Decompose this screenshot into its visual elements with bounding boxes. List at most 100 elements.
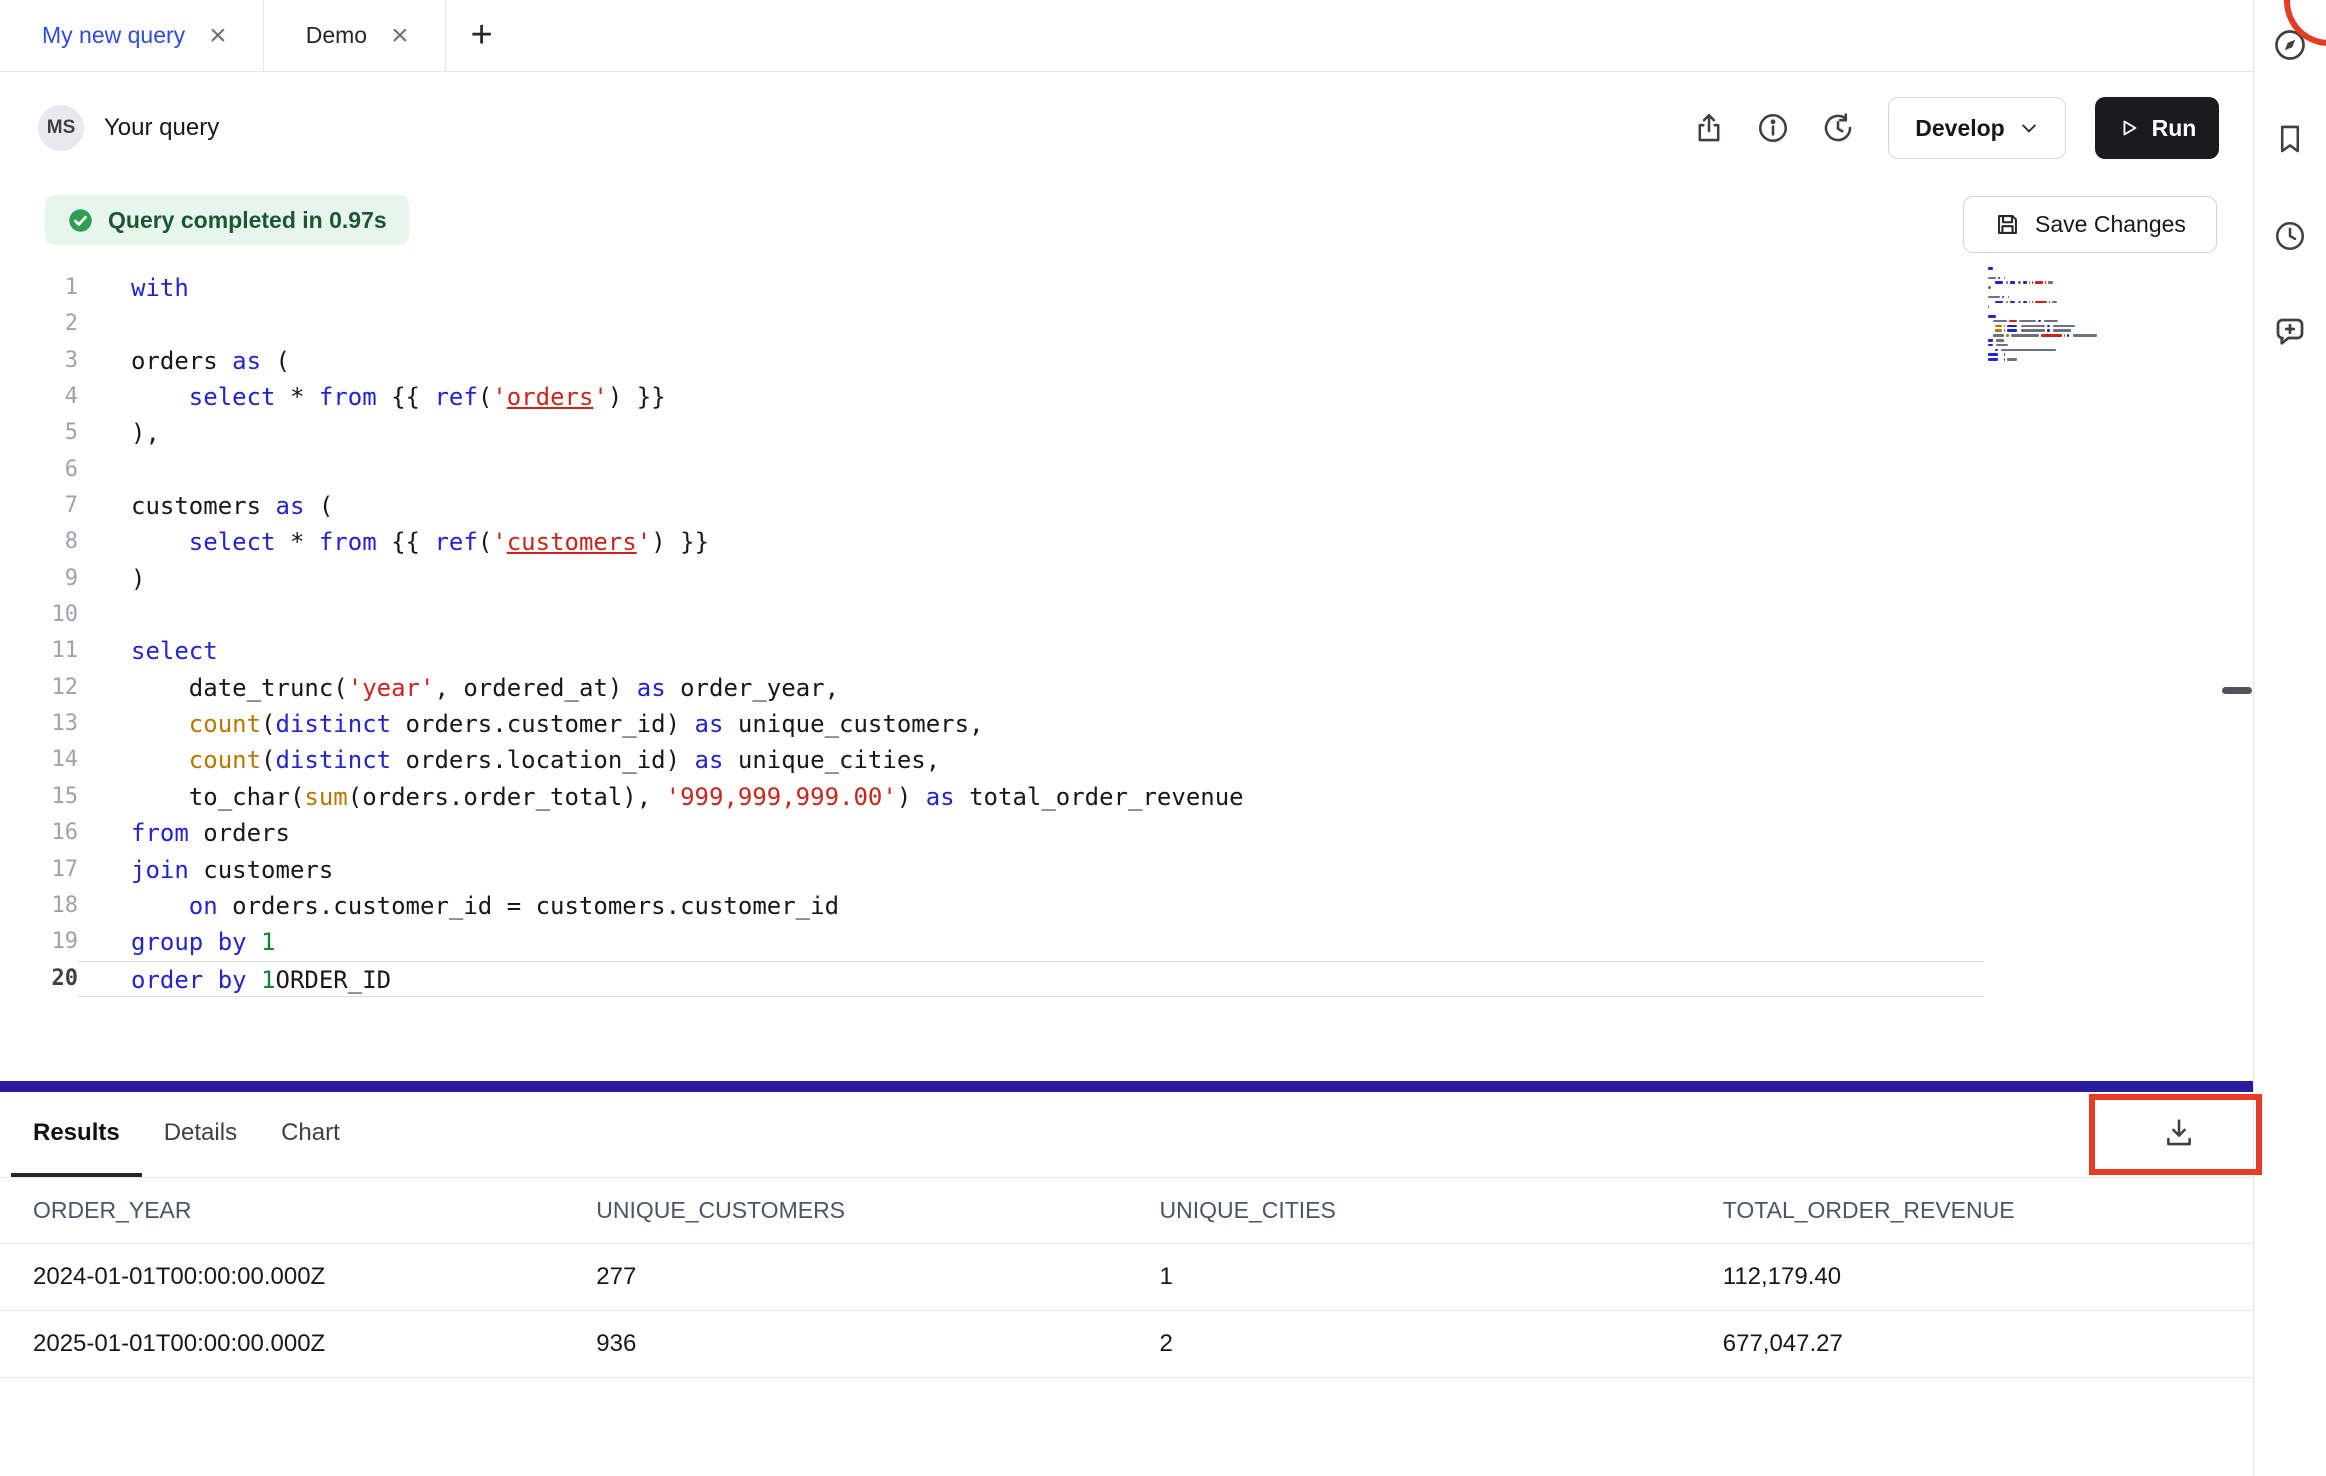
close-icon[interactable]: × xyxy=(207,21,229,51)
panel-resize-handle[interactable] xyxy=(2222,687,2252,694)
share-icon xyxy=(1692,111,1726,145)
code-line[interactable]: 3orders as ( xyxy=(0,343,1984,379)
table-cell: 677,047.27 xyxy=(1690,1330,2253,1358)
code-line[interactable]: 2 xyxy=(0,306,1984,342)
code-line[interactable]: 16from orders xyxy=(0,815,1984,851)
download-results-button[interactable] xyxy=(2147,1101,2211,1163)
table-cell: 277 xyxy=(563,1263,1126,1291)
page-title: Your query xyxy=(104,114,219,142)
line-number: 6 xyxy=(0,452,78,488)
table-cell: 2025-01-01T00:00:00.000Z xyxy=(0,1330,563,1358)
line-number: 2 xyxy=(0,306,78,342)
line-number: 4 xyxy=(0,379,78,415)
code-line[interactable]: 6 xyxy=(0,452,1984,488)
line-number: 20 xyxy=(0,961,78,997)
compass-button[interactable] xyxy=(2268,23,2312,67)
close-icon[interactable]: × xyxy=(389,21,411,51)
download-icon xyxy=(2162,1115,2196,1149)
line-number: 7 xyxy=(0,488,78,524)
save-changes-button[interactable]: Save Changes xyxy=(1963,196,2217,253)
line-number: 12 xyxy=(0,670,78,706)
code-line[interactable]: 10 xyxy=(0,597,1984,633)
copilot-comment-button[interactable] xyxy=(2268,310,2312,354)
tab-details[interactable]: Details xyxy=(142,1092,259,1177)
query-history-button[interactable] xyxy=(1816,106,1860,150)
chevron-down-icon xyxy=(2019,118,2039,138)
code-line[interactable]: 13 count(distinct orders.customer_id) as… xyxy=(0,706,1984,742)
code-line[interactable]: 9) xyxy=(0,561,1984,597)
code-line[interactable]: 7customers as ( xyxy=(0,488,1984,524)
query-header: MS Your query Develop xyxy=(0,72,2253,184)
column-header[interactable]: TOTAL_ORDER_REVENUE xyxy=(1690,1197,2253,1224)
code-line[interactable]: 14 count(distinct orders.location_id) as… xyxy=(0,742,1984,778)
line-number: 17 xyxy=(0,852,78,888)
code-line[interactable]: 19group by 1 xyxy=(0,924,1984,960)
run-button[interactable]: Run xyxy=(2095,97,2219,159)
model-ref-link[interactable]: orders xyxy=(507,383,594,411)
line-number: 3 xyxy=(0,343,78,379)
new-tab-button[interactable]: + xyxy=(446,0,518,71)
results-tab-bar: Results Details Chart xyxy=(0,1092,2253,1178)
table-row[interactable]: 2024-01-01T00:00:00.000Z2771112,179.40 xyxy=(0,1244,2253,1311)
table-cell: 1 xyxy=(1127,1263,1690,1291)
comment-sparkle-icon xyxy=(2272,314,2308,350)
right-rail xyxy=(2253,0,2326,1476)
check-circle-icon xyxy=(67,207,94,234)
code-line[interactable]: 5), xyxy=(0,415,1984,451)
column-header[interactable]: UNIQUE_CITIES xyxy=(1127,1197,1690,1224)
code-line[interactable]: 15 to_char(sum(orders.order_total), '999… xyxy=(0,779,1984,815)
line-number: 15 xyxy=(0,779,78,815)
table-cell: 112,179.40 xyxy=(1690,1263,2253,1291)
history-icon xyxy=(1821,111,1855,145)
table-cell: 2024-01-01T00:00:00.000Z xyxy=(0,1263,563,1291)
history-rail-button[interactable] xyxy=(2268,214,2312,258)
line-number: 13 xyxy=(0,706,78,742)
avatar[interactable]: MS xyxy=(38,105,84,151)
results-panel: Results Details Chart ORDER_YEARUNIQUE_C… xyxy=(0,1092,2253,1476)
tab-my-new-query[interactable]: My new query × xyxy=(0,0,264,71)
develop-label: Develop xyxy=(1915,115,2004,142)
table-cell: 2 xyxy=(1127,1330,1690,1358)
editor-minimap[interactable] xyxy=(1988,266,2100,362)
code-line[interactable]: 4 select * from {{ ref('orders') }} xyxy=(0,379,1984,415)
tab-label: My new query xyxy=(42,22,185,49)
share-button[interactable] xyxy=(1687,106,1731,150)
panel-divider[interactable] xyxy=(0,1081,2253,1092)
plus-icon: + xyxy=(470,14,492,57)
code-line[interactable]: 1with xyxy=(0,270,1984,306)
save-icon xyxy=(1994,211,2021,238)
code-line[interactable]: 18 on orders.customer_id = customers.cus… xyxy=(0,888,1984,924)
line-number: 19 xyxy=(0,924,78,960)
bookmark-button[interactable] xyxy=(2268,117,2312,161)
table-row[interactable]: 2025-01-01T00:00:00.000Z9362677,047.27 xyxy=(0,1311,2253,1378)
tab-demo[interactable]: Demo × xyxy=(264,0,446,71)
app-window: My new query × Demo × + MS Your query xyxy=(0,0,2326,1476)
code-line[interactable]: 8 select * from {{ ref('customers') }} xyxy=(0,524,1984,560)
table-cell: 936 xyxy=(563,1330,1126,1358)
tab-results[interactable]: Results xyxy=(11,1092,142,1177)
info-button[interactable] xyxy=(1751,106,1795,150)
model-ref-link[interactable]: customers xyxy=(507,528,637,556)
query-status-badge: Query completed in 0.97s xyxy=(45,195,409,245)
line-number: 11 xyxy=(0,633,78,669)
line-number: 1 xyxy=(0,270,78,306)
line-number: 5 xyxy=(0,415,78,451)
line-number: 16 xyxy=(0,815,78,851)
column-header[interactable]: ORDER_YEAR xyxy=(0,1197,563,1224)
code-line[interactable]: 12 date_trunc('year', ordered_at) as ord… xyxy=(0,670,1984,706)
code-line[interactable]: 11select xyxy=(0,633,1984,669)
column-header[interactable]: UNIQUE_CUSTOMERS xyxy=(563,1197,1126,1224)
code-line[interactable]: 20order by 1ORDER_ID xyxy=(0,961,1984,997)
info-icon xyxy=(1756,111,1790,145)
line-number: 8 xyxy=(0,524,78,560)
sql-editor[interactable]: 1with23orders as (4 select * from {{ ref… xyxy=(0,270,1984,997)
play-icon xyxy=(2118,117,2140,139)
code-line[interactable]: 17join customers xyxy=(0,852,1984,888)
bookmark-icon xyxy=(2273,122,2307,156)
results-header-row: ORDER_YEARUNIQUE_CUSTOMERSUNIQUE_CITIEST… xyxy=(0,1178,2253,1244)
line-number: 18 xyxy=(0,888,78,924)
tab-chart[interactable]: Chart xyxy=(259,1092,362,1177)
develop-dropdown[interactable]: Develop xyxy=(1888,97,2066,159)
line-number: 9 xyxy=(0,561,78,597)
line-number: 10 xyxy=(0,597,78,633)
